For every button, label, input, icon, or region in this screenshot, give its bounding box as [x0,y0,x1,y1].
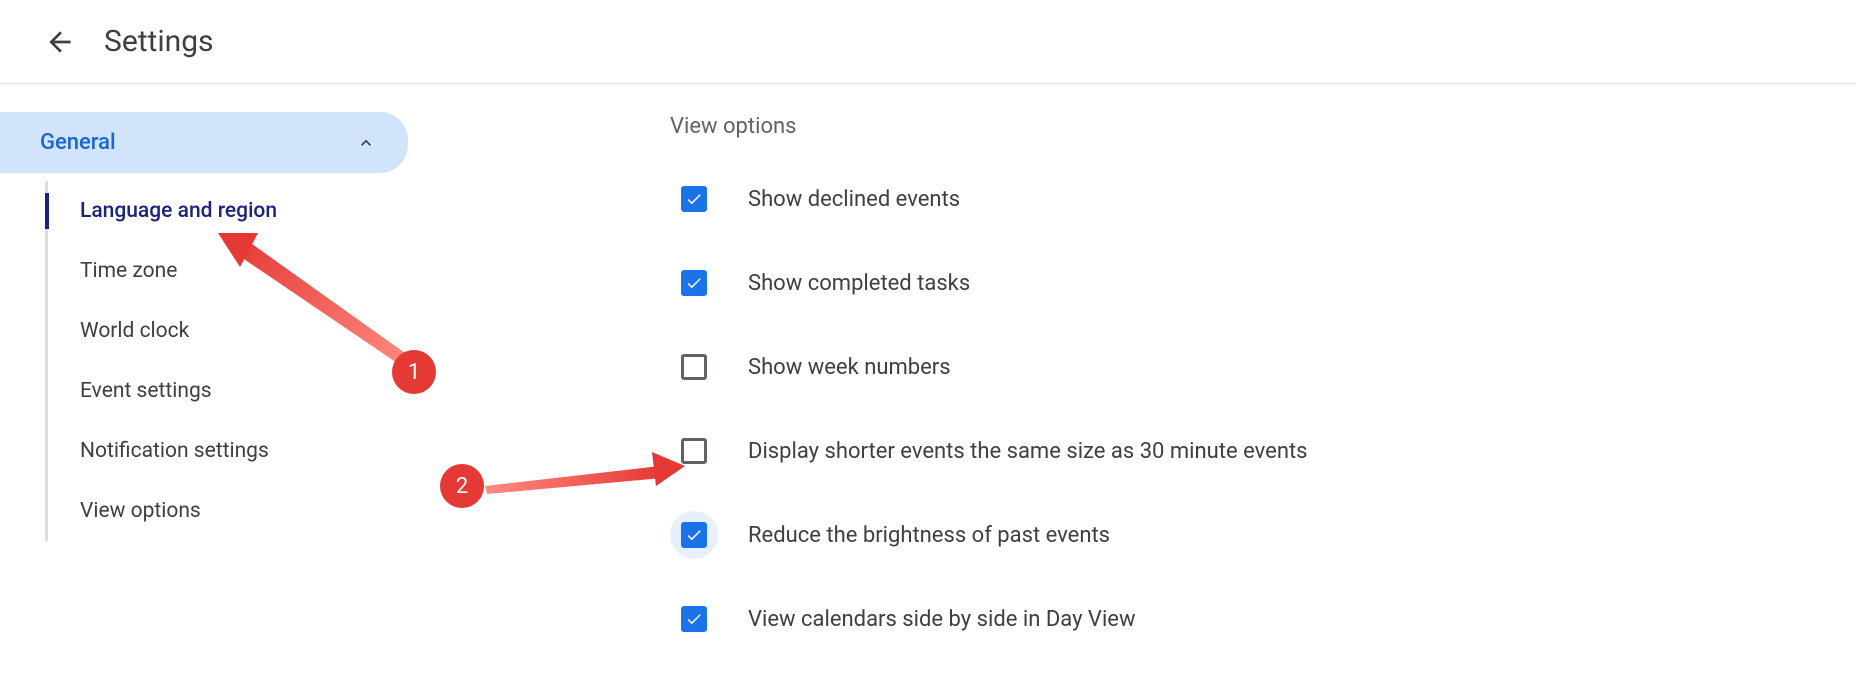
sidebar-item-label: Language and region [80,199,277,223]
option-show-week-numbers: Show week numbers [670,343,1856,391]
option-label: Display shorter events the same size as … [748,439,1308,464]
checkbox-reduce-brightness[interactable] [681,522,707,548]
sidebar-item-label: Event settings [80,379,212,403]
option-show-declined: Show declined events [670,175,1856,223]
sidebar-item-label: Notification settings [80,439,269,463]
sidebar-item-label: Time zone [80,259,177,283]
checkbox-show-week-numbers[interactable] [681,354,707,380]
chevron-up-icon [356,133,376,153]
annotation-badge-label: 2 [456,474,468,499]
annotation-badge-2: 2 [440,464,484,508]
section-title: View options [670,114,1856,139]
checkbox-side-by-side[interactable] [681,606,707,632]
option-label: View calendars side by side in Day View [748,607,1136,632]
annotation-arrow-2 [480,448,690,498]
annotation-arrow-1 [210,225,420,395]
sidebar-item-label: View options [80,499,201,523]
checkbox-show-completed[interactable] [681,270,707,296]
option-label: Show week numbers [748,355,951,380]
sidebar-category-label: General [40,130,116,155]
option-label: Show declined events [748,187,960,212]
option-side-by-side: View calendars side by side in Day View [670,595,1856,643]
sidebar-category-general[interactable]: General [0,112,408,173]
checkbox-wrap [670,595,718,643]
annotation-badge-1: 1 [392,350,436,394]
back-arrow-icon[interactable] [44,26,76,58]
sidebar-item-view-options[interactable]: View options [48,481,420,541]
checkbox-show-declined[interactable] [681,186,707,212]
option-label: Show completed tasks [748,271,970,296]
option-label: Reduce the brightness of past events [748,523,1110,548]
checkbox-wrap [670,343,718,391]
sidebar-item-label: World clock [80,319,189,343]
checkbox-wrap [670,175,718,223]
annotation-badge-label: 1 [408,360,420,385]
option-show-completed: Show completed tasks [670,259,1856,307]
sidebar-item-notification-settings[interactable]: Notification settings [48,421,420,481]
settings-header: Settings [0,0,1856,84]
checkbox-wrap [670,511,718,559]
option-display-shorter-events: Display shorter events the same size as … [670,427,1856,475]
settings-main: View options Show declined events Show c… [420,84,1856,679]
option-reduce-brightness: Reduce the brightness of past events [670,511,1856,559]
page-title: Settings [104,24,214,59]
checkbox-wrap [670,259,718,307]
